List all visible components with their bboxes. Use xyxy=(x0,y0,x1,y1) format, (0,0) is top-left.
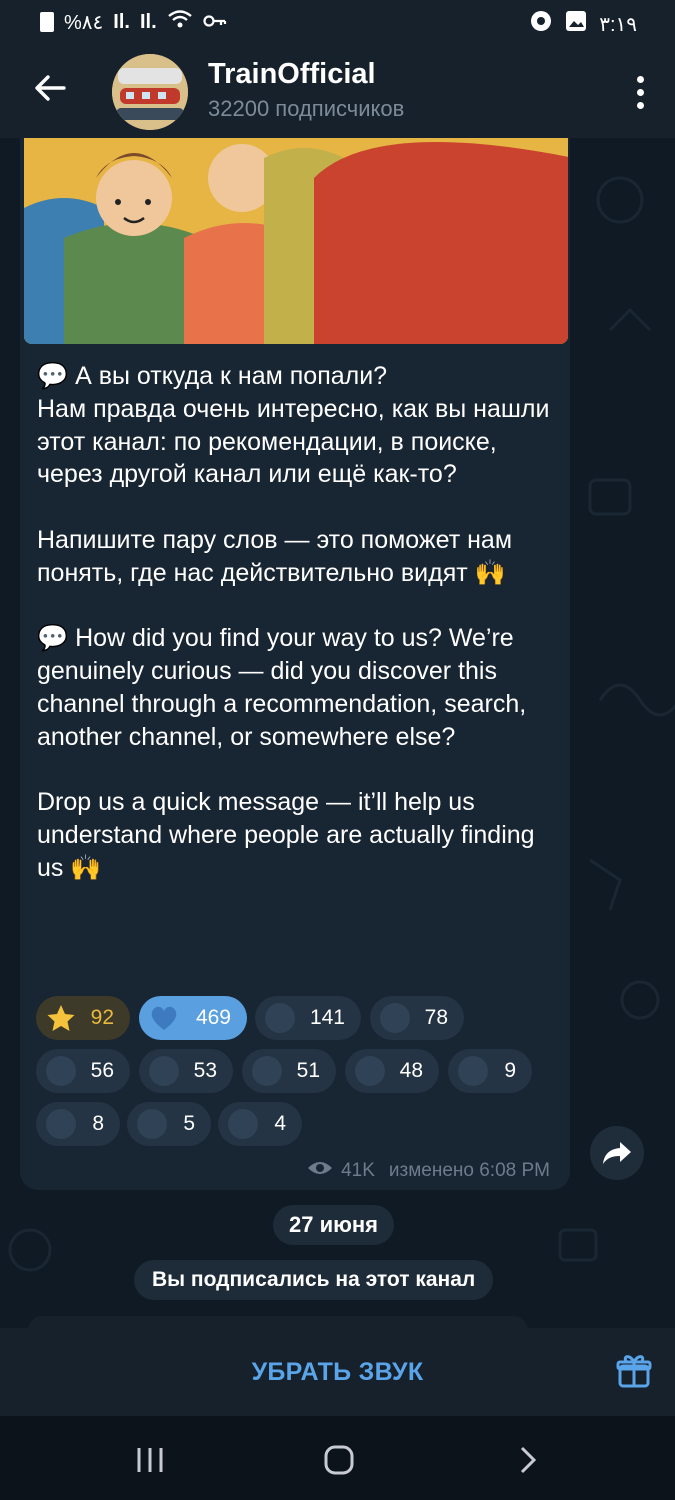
view-count: 41K xyxy=(341,1160,375,1181)
signal-icon: Il. xyxy=(113,10,130,33)
reaction-thumbs-up[interactable]: 141 xyxy=(255,996,361,1040)
reaction-count: 141 xyxy=(309,1006,345,1029)
message-paragraph: 💬 А вы откуда к нам попали? Нам правда о… xyxy=(37,362,550,489)
reaction-icon xyxy=(458,1056,488,1086)
reaction-count: 9 xyxy=(504,1059,516,1082)
wifi-icon xyxy=(167,9,193,35)
key-icon xyxy=(203,11,227,34)
reaction-item[interactable]: 5 xyxy=(127,1102,211,1146)
reaction-count: 4 xyxy=(274,1112,286,1135)
reaction-count: 5 xyxy=(183,1112,195,1135)
system-nav-bar xyxy=(0,1416,675,1500)
message-paragraph: Drop us a quick message — it’ll help us … xyxy=(37,788,535,882)
reaction-icon xyxy=(228,1109,258,1139)
reaction-heart[interactable]: 469 xyxy=(139,996,247,1040)
reaction-count: 48 xyxy=(399,1059,423,1082)
post-image[interactable] xyxy=(24,138,568,344)
reaction-count: 78 xyxy=(424,1006,448,1029)
channel-avatar[interactable] xyxy=(112,54,188,130)
message-meta: 41K изменено 6:08 PM xyxy=(307,1160,550,1182)
reaction-fire[interactable]: 78 xyxy=(370,996,464,1040)
gallery-icon xyxy=(565,10,587,38)
reaction-count: 92 xyxy=(90,1006,114,1029)
back-arrow-icon xyxy=(35,75,66,101)
share-arrow-icon xyxy=(603,1142,631,1164)
share-button[interactable] xyxy=(590,1126,644,1180)
message-text: 💬 А вы откуда к нам попали? Нам правда о… xyxy=(37,360,557,885)
chevron-right-icon xyxy=(520,1446,537,1474)
reaction-star[interactable]: 92 xyxy=(36,996,130,1040)
message-bubble[interactable]: 💬 А вы откуда к нам попали? Нам правда о… xyxy=(20,138,570,1190)
service-message: Вы подписались на этот канал xyxy=(134,1260,494,1300)
menu-dot xyxy=(636,88,644,96)
eye-icon xyxy=(307,1160,333,1182)
status-right: ٣:١٩ xyxy=(529,9,637,39)
reaction-icon xyxy=(46,1109,76,1139)
reaction-item[interactable]: 48 xyxy=(345,1049,439,1093)
more-menu-button[interactable] xyxy=(631,68,649,116)
signal-icon: Il. xyxy=(139,10,157,33)
recents-button[interactable] xyxy=(130,1442,170,1478)
reaction-count: 469 xyxy=(195,1006,231,1029)
reaction-item[interactable]: 8 xyxy=(36,1102,120,1146)
reaction-icon xyxy=(137,1109,167,1139)
gift-icon xyxy=(616,1355,652,1388)
status-bar: %٨٤ Il. Il. ٣:١٩ xyxy=(0,0,675,46)
reaction-icon xyxy=(149,1056,179,1086)
reaction-count: 56 xyxy=(90,1059,114,1082)
back-button[interactable] xyxy=(28,66,72,110)
message-paragraph: 💬 How did you find your way to us? We’re… xyxy=(37,624,527,751)
home-button[interactable] xyxy=(319,1442,359,1478)
reaction-icon xyxy=(355,1056,385,1086)
reaction-count: 53 xyxy=(193,1059,217,1082)
thumbs-up-icon xyxy=(265,1003,295,1033)
edited-time: изменено 6:08 PM xyxy=(388,1160,550,1181)
reaction-icon xyxy=(46,1056,76,1086)
reaction-count: 51 xyxy=(296,1059,320,1082)
battery-icon xyxy=(40,12,54,32)
clock-time: ٣:١٩ xyxy=(599,13,637,36)
mute-button[interactable]: УБРАТЬ ЗВУК xyxy=(0,1328,675,1416)
battery-level: %٨٤ xyxy=(64,11,104,34)
recents-icon xyxy=(137,1448,163,1472)
menu-dot xyxy=(636,75,644,83)
star-icon xyxy=(46,1003,76,1033)
heart-icon xyxy=(149,1003,179,1033)
reaction-item[interactable]: 53 xyxy=(139,1049,233,1093)
reaction-icon xyxy=(252,1056,282,1086)
date-separator: 27 июня xyxy=(273,1205,395,1245)
status-left: %٨٤ Il. Il. xyxy=(40,9,227,35)
menu-dot xyxy=(636,101,644,109)
message-paragraph: Напишите пару слов — это поможет нам пон… xyxy=(37,525,513,587)
reaction-count: 8 xyxy=(92,1112,104,1135)
data-saver-icon xyxy=(529,9,553,39)
channel-header: TrainOfficial 32200 подписчиков xyxy=(0,46,675,138)
reaction-item[interactable]: 9 xyxy=(448,1049,532,1093)
home-icon xyxy=(324,1445,354,1475)
reaction-item[interactable]: 4 xyxy=(218,1102,302,1146)
channel-title[interactable]: TrainOfficial xyxy=(208,58,376,91)
bottom-bar: УБРАТЬ ЗВУК xyxy=(0,1316,675,1416)
fire-icon xyxy=(380,1003,410,1033)
gift-button[interactable] xyxy=(615,1352,653,1390)
subscriber-count: 32200 подписчиков xyxy=(208,96,405,121)
reaction-item[interactable]: 56 xyxy=(36,1049,130,1093)
reaction-item[interactable]: 51 xyxy=(242,1049,336,1093)
back-nav-button[interactable] xyxy=(508,1442,548,1478)
